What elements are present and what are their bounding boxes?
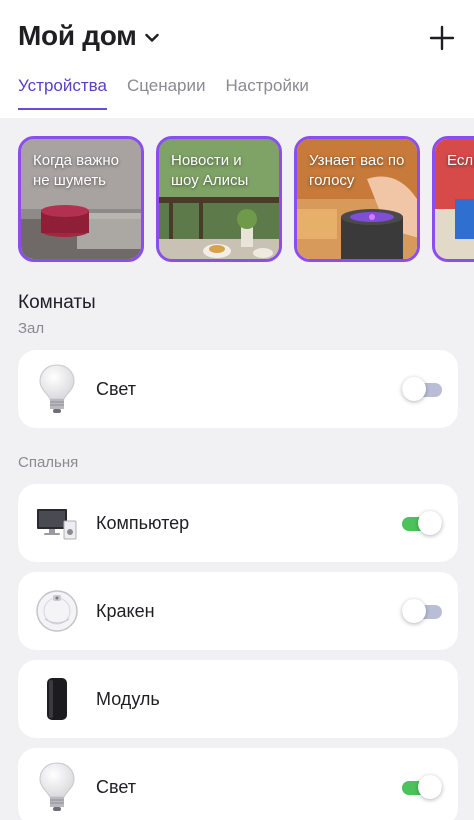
robot-vacuum-icon	[18, 572, 96, 650]
room-label-bedroom: Спальня	[18, 454, 79, 471]
story-label: Если ребе	[447, 152, 474, 169]
tab-devices[interactable]: Устройства	[18, 76, 107, 110]
stories-carousel: Когда важно не шуметь Новости и шоу Алис…	[18, 136, 474, 262]
tab-settings[interactable]: Настройки	[226, 76, 309, 110]
device-name: Компьютер	[96, 512, 190, 533]
story-card[interactable]: Новости и шоу Алисы	[156, 136, 282, 262]
story-card[interactable]: Если ребе	[432, 136, 474, 262]
device-card-computer[interactable]: Компьютер	[18, 484, 458, 562]
tab-bar: Устройства Сценарии Настройки	[18, 76, 309, 110]
story-label: Узнает вас по голосу	[309, 152, 405, 189]
page-title: Мой дом	[18, 20, 137, 51]
chevron-down-icon	[144, 33, 159, 42]
room-label-hall: Зал	[18, 320, 45, 337]
device-card-kraken[interactable]: Кракен	[18, 572, 458, 650]
device-card-light-bedroom[interactable]: Свет	[18, 748, 458, 820]
device-name: Свет	[96, 776, 137, 797]
toggle-knob	[418, 775, 442, 799]
home-selector[interactable]: Мой дом	[18, 20, 159, 52]
bulb-icon	[18, 748, 96, 820]
toggle-knob	[418, 511, 442, 535]
header: Мой дом Устройства Сценарии Настройки	[0, 0, 474, 118]
device-name: Свет	[96, 378, 137, 399]
bulb-icon	[18, 350, 96, 428]
story-card[interactable]: Узнает вас по голосу	[294, 136, 420, 262]
tab-scenarios[interactable]: Сценарии	[127, 76, 206, 110]
power-toggle[interactable]	[402, 376, 442, 402]
toggle-knob	[402, 377, 426, 401]
power-toggle[interactable]	[402, 598, 442, 624]
story-card[interactable]: Когда важно не шуметь	[18, 136, 144, 262]
power-toggle[interactable]	[402, 774, 442, 800]
power-toggle[interactable]	[402, 510, 442, 536]
device-name: Модуль	[96, 688, 160, 709]
device-name: Кракен	[96, 600, 155, 621]
device-card-light-hall[interactable]: Свет	[18, 350, 458, 428]
add-icon[interactable]	[428, 24, 456, 52]
story-label: Новости и шоу Алисы	[171, 152, 249, 189]
device-card-module[interactable]: Модуль	[18, 660, 458, 738]
rooms-heading: Комнаты	[18, 292, 96, 313]
toggle-knob	[402, 599, 426, 623]
module-icon	[18, 660, 96, 738]
computer-icon	[18, 484, 96, 562]
story-label: Когда важно не шуметь	[33, 152, 119, 189]
devices-content: Когда важно не шуметь Новости и шоу Алис…	[0, 118, 474, 820]
